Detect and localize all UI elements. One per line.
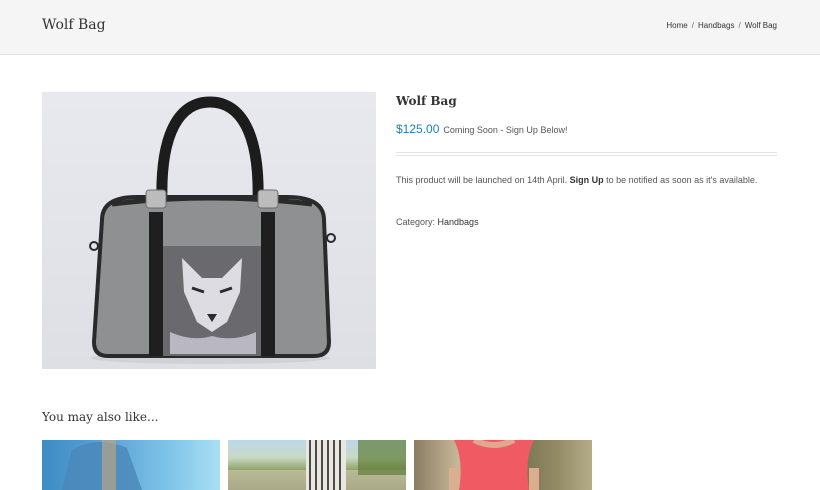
product-price: $125.00 xyxy=(396,122,440,136)
page-title: Wolf Bag xyxy=(42,17,106,33)
product-category: Category: Handbags xyxy=(396,217,777,227)
breadcrumb-home-link[interactable]: Home xyxy=(666,21,687,30)
related-product-thumbnail[interactable] xyxy=(228,440,406,490)
description-text: to be notified as soon as it's available… xyxy=(603,175,758,185)
related-product-thumbnail[interactable] xyxy=(42,440,220,490)
related-product-photo xyxy=(449,440,539,490)
price-row: $125.00 Coming Soon - Sign Up Below! xyxy=(396,120,777,138)
breadcrumb: Home / Handbags / Wolf Bag xyxy=(666,21,777,30)
related-product-thumbnail[interactable] xyxy=(414,440,592,490)
page-header: Wolf Bag Home / Handbags / Wolf Bag xyxy=(0,0,820,55)
wolf-bag-photo xyxy=(89,96,336,364)
related-product-photo xyxy=(62,440,142,490)
product-summary: Wolf Bag $125.00 Coming Soon - Sign Up Be… xyxy=(396,92,777,227)
sign-up-link[interactable]: Sign Up xyxy=(570,175,604,185)
availability-text: Coming Soon - Sign Up Below! xyxy=(443,125,568,135)
product-image[interactable] xyxy=(42,92,376,369)
related-products-title: You may also like... xyxy=(42,410,159,424)
category-link[interactable]: Handbags xyxy=(438,217,479,227)
breadcrumb-current: Wolf Bag xyxy=(744,21,777,30)
breadcrumb-separator: / xyxy=(738,21,741,30)
product-description: This product will be launched on 14th Ap… xyxy=(396,172,777,189)
category-label: Category: xyxy=(396,217,438,227)
related-product-photo xyxy=(228,440,406,490)
breadcrumb-separator: / xyxy=(691,21,694,30)
breadcrumb-category-link[interactable]: Handbags xyxy=(698,21,734,30)
product-title: Wolf Bag xyxy=(396,94,457,108)
divider xyxy=(396,152,777,156)
description-text: This product will be launched on 14th Ap… xyxy=(396,175,570,185)
